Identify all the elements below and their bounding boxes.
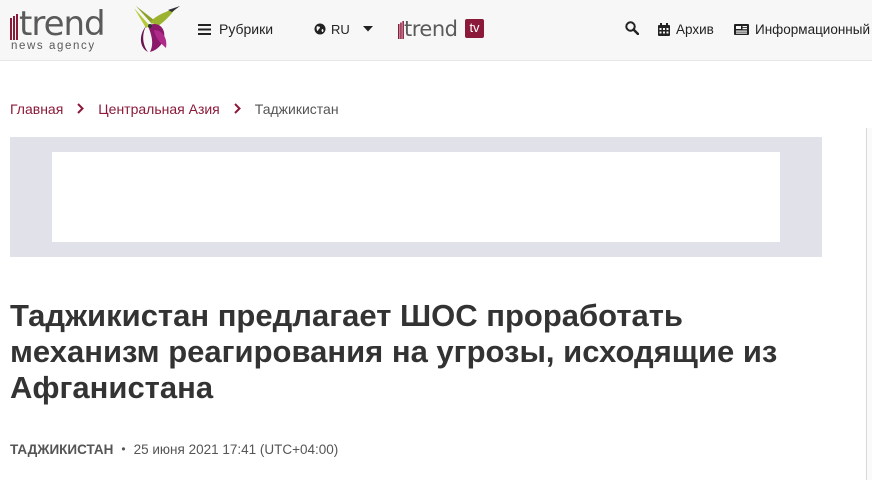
search-icon <box>625 21 640 36</box>
info-label: Информационный <box>755 21 871 37</box>
hummingbird-logo-icon <box>134 6 180 52</box>
article-title: Таджикистан предлагает ШОС проработать м… <box>10 298 778 405</box>
newspaper-icon <box>734 23 749 35</box>
caret-down-icon <box>362 26 373 32</box>
breadcrumb-link-home[interactable]: Главная <box>10 101 63 117</box>
article-meta: ТАДЖИКИСТАН • 25 июня 2021 17:41 (UTC+04… <box>10 440 338 458</box>
logo-subtitle: news agency <box>11 40 96 52</box>
rubrics-label: Рубрики <box>219 21 274 37</box>
site-header: trend news agency Рубрики RU trend tv Ар… <box>0 0 872 61</box>
calendar-icon <box>658 22 670 36</box>
archive-link[interactable]: Архив <box>658 20 714 38</box>
search-button[interactable] <box>625 21 640 40</box>
hamburger-icon <box>198 23 211 35</box>
breadcrumb-link-central-asia[interactable]: Центральная Азия <box>98 101 219 117</box>
info-link[interactable]: Информационный <box>734 20 870 38</box>
rubrics-menu-button[interactable]: Рубрики <box>198 20 273 38</box>
archive-label: Архив <box>676 21 714 37</box>
globe-icon <box>314 23 326 35</box>
scrollbar[interactable] <box>866 128 872 480</box>
chevron-right-icon <box>77 101 85 117</box>
ad-banner-container <box>10 137 822 257</box>
logo-wordmark: trend <box>19 4 106 44</box>
language-selector[interactable]: RU <box>314 20 373 38</box>
article-category[interactable]: ТАДЖИКИСТАН <box>10 442 113 457</box>
article-date: 25 июня 2021 17:41 (UTC+04:00) <box>133 441 339 457</box>
trend-tv-logo[interactable]: trend tv <box>398 16 488 42</box>
trend-logo[interactable]: trend news agency <box>10 4 120 56</box>
breadcrumb: Главная Центральная Азия Таджикистан <box>10 100 339 118</box>
tv-badge: tv <box>465 19 484 38</box>
language-label: RU <box>331 21 350 37</box>
chevron-right-icon <box>234 101 241 117</box>
breadcrumb-current: Таджикистан <box>254 101 339 117</box>
tv-logo-wordmark: trend <box>404 17 458 41</box>
ad-banner-slot[interactable] <box>52 152 780 242</box>
meta-separator: • <box>121 442 126 456</box>
